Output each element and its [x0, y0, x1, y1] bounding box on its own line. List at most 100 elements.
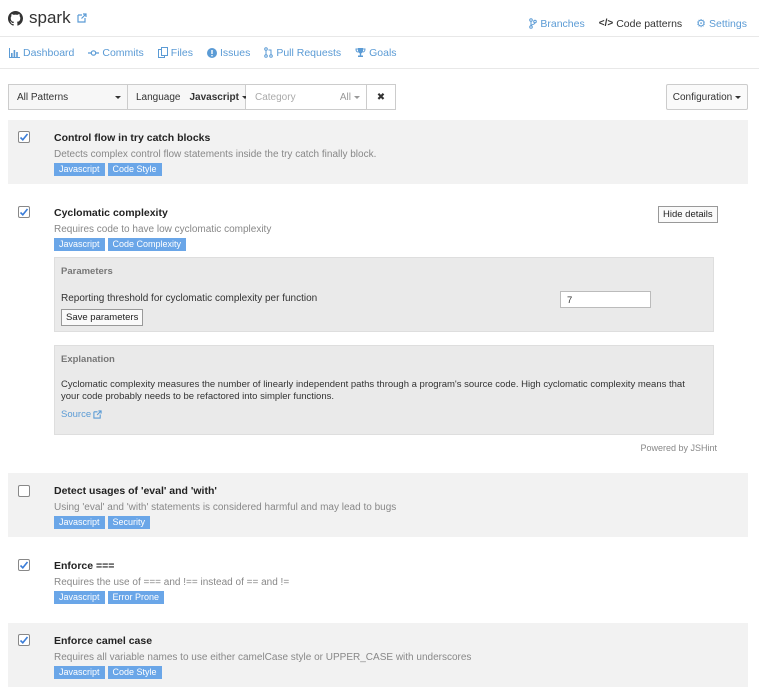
- tag-language[interactable]: Javascript: [54, 238, 105, 251]
- subnav-pull-requests[interactable]: Pull Requests: [264, 47, 341, 59]
- issues-icon: [206, 47, 217, 58]
- nav-code-patterns-label: Code patterns: [616, 17, 683, 30]
- pull-request-icon: [264, 47, 274, 58]
- chevron-down-icon: [735, 95, 742, 99]
- explanation-heading: Explanation: [61, 354, 115, 365]
- pattern-description: Detects complex control flow statements …: [54, 149, 377, 160]
- source-link[interactable]: Source: [61, 409, 102, 420]
- github-logo-icon: [8, 10, 23, 26]
- trophy-icon: [355, 48, 366, 57]
- explanation-text-line1: Cyclomatic complexity measures the numbe…: [61, 379, 685, 390]
- pattern-title[interactable]: Cyclomatic complexity: [54, 207, 168, 219]
- chevron-down-icon: [354, 95, 360, 99]
- save-parameters-button[interactable]: Save parameters: [61, 309, 144, 326]
- subnav-files[interactable]: Files: [157, 46, 193, 59]
- parameter-label: Reporting threshold for cyclomatic compl…: [61, 293, 318, 304]
- checkmark-icon: [19, 636, 29, 644]
- pattern-description: Requires code to have low cyclomatic com…: [54, 224, 272, 235]
- parameters-panel: Parameters Reporting threshold for cyclo…: [54, 257, 714, 332]
- parameter-input-value: 7: [567, 295, 573, 306]
- pattern-checkbox[interactable]: [18, 206, 30, 218]
- close-icon: ✖: [376, 91, 386, 103]
- patterns-dropdown-label: All Patterns: [17, 91, 69, 103]
- bar-chart-icon: [9, 47, 20, 58]
- external-link-icon: [93, 410, 102, 419]
- chevron-down-icon: [115, 95, 121, 99]
- parameters-heading: Parameters: [61, 266, 113, 277]
- tag-category[interactable]: Error Prone: [107, 591, 165, 604]
- pattern-checkbox[interactable]: [18, 131, 30, 143]
- parameter-input[interactable]: 7: [560, 291, 651, 308]
- category-placeholder: Category: [255, 91, 296, 103]
- pattern-tags: Javascript Code Style: [54, 666, 162, 679]
- tag-category[interactable]: Code Style: [107, 666, 162, 679]
- checkmark-icon: [19, 208, 29, 216]
- external-link-icon[interactable]: [76, 13, 87, 23]
- subnav-files-label: Files: [170, 46, 193, 59]
- checkmark-icon: [19, 133, 29, 141]
- configuration-dropdown[interactable]: Configuration: [666, 84, 748, 110]
- top-nav: Branches </> Code patterns ⚙ Settings: [529, 17, 747, 30]
- pattern-row: Enforce === Requires the use of === and …: [8, 548, 748, 612]
- tag-category[interactable]: Code Style: [107, 163, 162, 176]
- pattern-title[interactable]: Enforce camel case: [54, 635, 152, 647]
- tag-language[interactable]: Javascript: [54, 591, 105, 604]
- pattern-description: Using 'eval' and 'with' statements is co…: [54, 502, 397, 513]
- pattern-row: Control flow in try catch blocks Detects…: [8, 120, 748, 184]
- pattern-row: Detect usages of 'eval' and 'with' Using…: [8, 473, 748, 537]
- tag-language[interactable]: Javascript: [54, 666, 105, 679]
- pattern-row-expanded: Cyclomatic complexity Hide details Requi…: [8, 195, 748, 460]
- pattern-checkbox[interactable]: [18, 559, 30, 571]
- language-label: Language: [136, 91, 181, 103]
- tag-language[interactable]: Javascript: [54, 516, 105, 529]
- subnav-dashboard-label: Dashboard: [23, 46, 75, 59]
- pattern-tags: Javascript Security: [54, 516, 151, 529]
- gear-icon: ⚙: [696, 18, 707, 30]
- pattern-checkbox[interactable]: [18, 485, 30, 497]
- pattern-title[interactable]: Detect usages of 'eval' and 'with': [54, 485, 217, 497]
- nav-settings[interactable]: ⚙ Settings: [696, 17, 747, 31]
- pattern-tags: Javascript Code Style: [54, 163, 162, 176]
- nav-settings-label: Settings: [709, 17, 747, 30]
- language-value: Javascript: [189, 91, 239, 103]
- explanation-text-line2: your code probably needs to be refactore…: [61, 391, 335, 402]
- powered-by-credit: Powered by JSHint: [640, 443, 717, 453]
- subnav-goals[interactable]: Goals: [355, 47, 397, 59]
- sub-nav: Dashboard Commits Files Issues Pull Requ…: [0, 36, 759, 69]
- hide-details-button[interactable]: Hide details: [658, 206, 718, 223]
- subnav-issues[interactable]: Issues: [206, 46, 251, 59]
- subnav-issues-label: Issues: [219, 46, 251, 59]
- pattern-title[interactable]: Control flow in try catch blocks: [54, 132, 210, 144]
- source-link-label: Source: [61, 409, 92, 420]
- checkmark-icon: [19, 561, 29, 569]
- subnav-dashboard[interactable]: Dashboard: [9, 47, 74, 59]
- tag-category[interactable]: Security: [107, 516, 151, 529]
- nav-branches[interactable]: Branches: [529, 17, 585, 30]
- commit-icon: [88, 49, 100, 56]
- pattern-tags: Javascript Error Prone: [54, 591, 165, 604]
- nav-code-patterns[interactable]: </> Code patterns: [599, 17, 682, 30]
- pattern-title[interactable]: Enforce ===: [54, 560, 114, 572]
- clear-filter-button[interactable]: ✖: [367, 84, 396, 110]
- category-value: All: [339, 91, 351, 103]
- subnav-pull-requests-label: Pull Requests: [276, 46, 342, 59]
- pattern-tags: Javascript Code Complexity: [54, 238, 187, 251]
- configuration-label: Configuration: [672, 91, 733, 103]
- nav-branches-label: Branches: [540, 17, 585, 30]
- subnav-commits[interactable]: Commits: [88, 46, 144, 59]
- language-dropdown[interactable]: Language Javascript: [128, 84, 248, 110]
- pattern-checkbox[interactable]: [18, 634, 30, 646]
- files-icon: [157, 47, 168, 58]
- patterns-dropdown[interactable]: All Patterns: [8, 84, 128, 110]
- subnav-commits-label: Commits: [102, 46, 144, 59]
- repo-name[interactable]: spark: [29, 8, 71, 28]
- code-icon: </>: [598, 18, 614, 29]
- tag-category[interactable]: Code Complexity: [107, 238, 187, 251]
- tag-language[interactable]: Javascript: [54, 163, 105, 176]
- repo-title: spark: [8, 8, 87, 28]
- branch-icon: [529, 18, 538, 29]
- explanation-panel: Explanation Cyclomatic complexity measur…: [54, 345, 714, 435]
- pattern-description: Requires the use of === and !== instead …: [54, 577, 290, 588]
- category-dropdown[interactable]: Category All: [246, 84, 367, 110]
- pattern-description: Requires all variable names to use eithe…: [54, 652, 472, 663]
